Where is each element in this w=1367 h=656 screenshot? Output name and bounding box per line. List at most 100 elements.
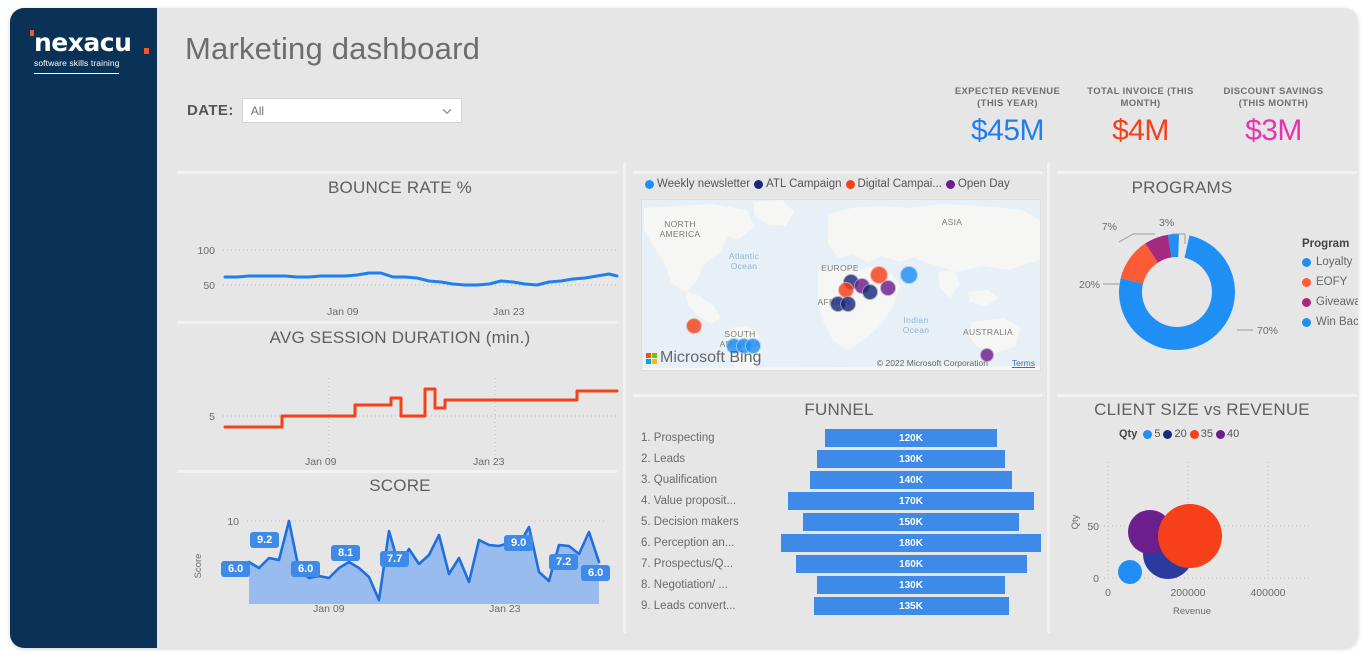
- chart-programs[interactable]: PROGRAMS: [1057, 178, 1358, 378]
- chart-avg-session-duration[interactable]: AVG SESSION DURATION (min.) 5 0 Jan 09 J…: [177, 328, 623, 468]
- legend-title: Program: [1302, 238, 1358, 250]
- map-visual[interactable]: Weekly newsletter ATL Campaign Digital C…: [633, 176, 1045, 386]
- logo: nexacu software skills training: [34, 30, 144, 74]
- scatter-plot: 50 0 0 200000 400000 Qty Revenue: [1062, 450, 1358, 625]
- kpi-label-line1: TOTAL INVOICE (THIS: [1074, 86, 1207, 98]
- funnel-row[interactable]: 6. Perception an... 180K: [641, 533, 1041, 553]
- map-legend-item[interactable]: Weekly newsletter: [645, 178, 750, 190]
- funnel-bar[interactable]: 160K: [796, 555, 1027, 573]
- funnel-bar[interactable]: 150K: [803, 513, 1020, 531]
- legend-title: Qty: [1119, 428, 1137, 440]
- score-data-label: 6.0: [291, 561, 320, 577]
- map-bubble[interactable]: [880, 280, 896, 296]
- map-bubble[interactable]: [840, 296, 856, 312]
- funnel-row[interactable]: 4. Value proposit... 170K: [641, 491, 1041, 511]
- legend-label: 5: [1154, 428, 1160, 440]
- score-data-label: 9.2: [250, 532, 279, 548]
- funnel-row[interactable]: 8. Negotiation/ ... 130K: [641, 575, 1041, 595]
- chart-title: BOUNCE RATE %: [177, 178, 623, 198]
- map-legend[interactable]: Weekly newsletter ATL Campaign Digital C…: [645, 178, 1010, 190]
- legend-item-5[interactable]: 5: [1143, 428, 1160, 440]
- logo-divider: [34, 73, 119, 74]
- logo-text: nexacu: [34, 28, 131, 57]
- world-map[interactable]: NORTHAMERICA SOUTHAMERICA EUROPE AFRICA …: [641, 199, 1041, 371]
- date-slicer-value: All: [251, 104, 264, 118]
- y-tick-0: 0: [1093, 573, 1099, 585]
- map-copyright: © 2022 Microsoft Corporation: [877, 358, 988, 368]
- y-tick-50: 50: [1087, 521, 1099, 533]
- y-tick-0: 0: [209, 314, 215, 316]
- funnel-bar[interactable]: 135K: [814, 597, 1009, 615]
- scatter-legend[interactable]: Qty 5 20 35 40: [1119, 428, 1239, 440]
- logo-tagline: software skills training: [34, 58, 144, 68]
- kpi-total-invoice: TOTAL INVOICE (THIS MONTH) $4M: [1074, 86, 1207, 148]
- funnel-rows: 1. Prospecting 120K 2. Leads 130K 3. Qua…: [641, 428, 1041, 617]
- donut-label-7pct: 7%: [1102, 221, 1117, 233]
- kpi-expected-revenue: EXPECTED REVENUE (THIS YEAR) $45M: [941, 86, 1074, 148]
- donut-label-20pct: 20%: [1079, 279, 1100, 291]
- funnel-value-label: 135K: [899, 601, 923, 612]
- chart-bounce-rate[interactable]: BOUNCE RATE % 100 50 0 Jan 09 Jan 23: [177, 178, 623, 318]
- date-slicer-dropdown[interactable]: All: [242, 98, 462, 123]
- funnel-bar[interactable]: 130K: [817, 450, 1005, 468]
- funnel-stage-label: 5. Decision makers: [641, 516, 781, 528]
- dashboard-page: nexacu software skills training Marketin…: [0, 0, 1367, 656]
- legend-item-giveaway[interactable]: Giveaway: [1302, 296, 1358, 308]
- donut-label-3pct: 3%: [1159, 217, 1174, 229]
- chevron-down-icon[interactable]: [441, 105, 453, 117]
- map-legend-item[interactable]: Open Day: [946, 178, 1010, 190]
- funnel-bar[interactable]: 170K: [788, 492, 1033, 510]
- legend-item-eofy[interactable]: EOFY: [1302, 276, 1358, 288]
- chart-funnel[interactable]: FUNNEL 1. Prospecting 120K 2. Leads 130K…: [633, 400, 1045, 628]
- funnel-row[interactable]: 3. Qualification 140K: [641, 470, 1041, 490]
- programs-legend[interactable]: Program Loyalty EOFY Giveaway: [1302, 238, 1358, 336]
- funnel-value-label: 150K: [899, 517, 923, 528]
- map-label-north-america: NORTHAMERICA: [650, 220, 710, 240]
- logo-accent-right-icon: [144, 48, 149, 54]
- y-tick-10: 10: [227, 516, 239, 528]
- legend-item-loyalty[interactable]: Loyalty: [1302, 256, 1358, 268]
- map-legend-label: Weekly newsletter: [657, 178, 750, 190]
- legend-item-win-back[interactable]: Win Back: [1302, 316, 1358, 328]
- legend-item-40[interactable]: 40: [1216, 428, 1239, 440]
- funnel-bar[interactable]: 130K: [817, 576, 1005, 594]
- legend-label: 20: [1174, 428, 1186, 440]
- legend-label: Giveaway: [1316, 296, 1358, 308]
- funnel-row[interactable]: 5. Decision makers 150K: [641, 512, 1041, 532]
- x-tick-0: 0: [1105, 587, 1111, 599]
- map-bubble[interactable]: [862, 284, 878, 300]
- date-slicer[interactable]: DATE: All: [187, 98, 462, 123]
- funnel-row[interactable]: 2. Leads 130K: [641, 449, 1041, 469]
- legend-item-20[interactable]: 20: [1163, 428, 1186, 440]
- panel-divider-vertical-left: [623, 163, 626, 633]
- legend-dot-icon: [1302, 278, 1311, 287]
- score-data-label: 6.0: [581, 565, 610, 581]
- funnel-bar[interactable]: 120K: [825, 429, 997, 447]
- funnel-row[interactable]: 7. Prospectus/Q... 160K: [641, 554, 1041, 574]
- chart-score[interactable]: SCORE 10 5 Score 6.0 9.2 6.0 8.1 7.7 9.0…: [177, 476, 623, 626]
- funnel-bar[interactable]: 180K: [781, 534, 1041, 552]
- map-bubble[interactable]: [900, 266, 918, 284]
- kpi-value: $45M: [941, 114, 1074, 148]
- map-legend-item[interactable]: ATL Campaign: [754, 178, 841, 190]
- funnel-row[interactable]: 1. Prospecting 120K: [641, 428, 1041, 448]
- page-title: Marketing dashboard: [185, 31, 480, 67]
- funnel-value-label: 140K: [899, 475, 923, 486]
- score-data-label: 8.1: [331, 545, 360, 561]
- map-bubble[interactable]: [686, 318, 702, 334]
- legend-item-35[interactable]: 35: [1190, 428, 1213, 440]
- score-data-label: 7.2: [549, 554, 578, 570]
- avg-session-plot: 5 0: [177, 356, 623, 466]
- legend-dot-icon: [754, 180, 763, 189]
- funnel-stage-label: 6. Perception an...: [641, 537, 781, 549]
- map-terms-link[interactable]: Terms: [1012, 358, 1035, 368]
- funnel-bar[interactable]: 140K: [810, 471, 1012, 489]
- kpi-label-line2: MONTH): [1074, 98, 1207, 110]
- map-legend-label: Digital Campai...: [858, 178, 942, 190]
- legend-dot-icon: [846, 180, 855, 189]
- map-legend-item[interactable]: Digital Campai...: [846, 178, 942, 190]
- funnel-value-label: 170K: [899, 496, 923, 507]
- funnel-row[interactable]: 9. Leads convert... 135K: [641, 596, 1041, 616]
- chart-client-size-vs-revenue[interactable]: CLIENT SIZE vs REVENUE Qty 5 20 35 40: [1057, 400, 1358, 628]
- x-axis-label: Revenue: [1173, 606, 1211, 617]
